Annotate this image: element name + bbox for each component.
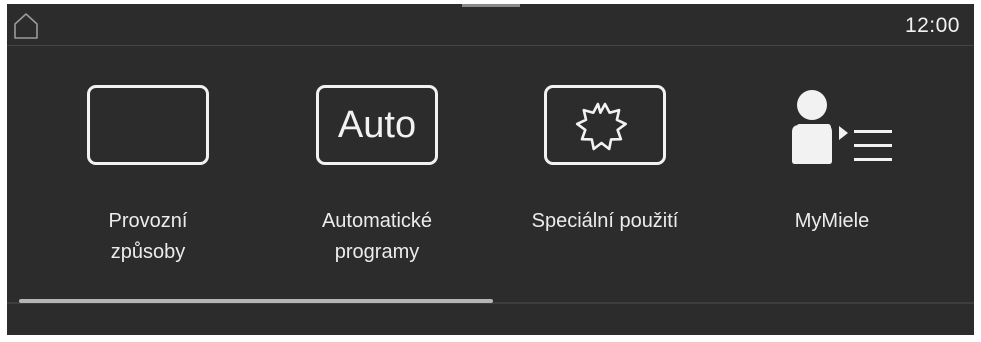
tile-operating-modes[interactable]: Provozní způsoby bbox=[48, 46, 248, 291]
tile-label: Provozní způsoby bbox=[108, 210, 188, 263]
special-applications-star-icon bbox=[544, 85, 666, 165]
auto-icon: Auto bbox=[316, 85, 438, 165]
tile-label: Speciální použití bbox=[531, 210, 679, 232]
mymiele-user-list-icon bbox=[792, 90, 892, 164]
home-icon[interactable] bbox=[13, 12, 39, 40]
status-bar: 12:00 bbox=[7, 4, 974, 46]
tile-mymiele[interactable]: MyMiele bbox=[732, 46, 932, 291]
tile-label: MyMiele bbox=[794, 210, 870, 232]
tile-automatic-programs[interactable]: Auto Automatické programy bbox=[277, 46, 477, 291]
clock: 12:00 bbox=[904, 14, 960, 37]
operating-modes-frame-icon bbox=[87, 85, 209, 165]
tile-label: Automatické programy bbox=[321, 210, 433, 263]
tile-special-applications[interactable]: Speciální použití bbox=[505, 46, 705, 291]
scrollbar-thumb[interactable] bbox=[19, 299, 493, 303]
auto-icon-text: Auto bbox=[337, 104, 417, 146]
appliance-display: 12:00 Provozní způsoby Auto Automatické … bbox=[7, 4, 974, 335]
pull-down-tab[interactable] bbox=[462, 4, 520, 7]
